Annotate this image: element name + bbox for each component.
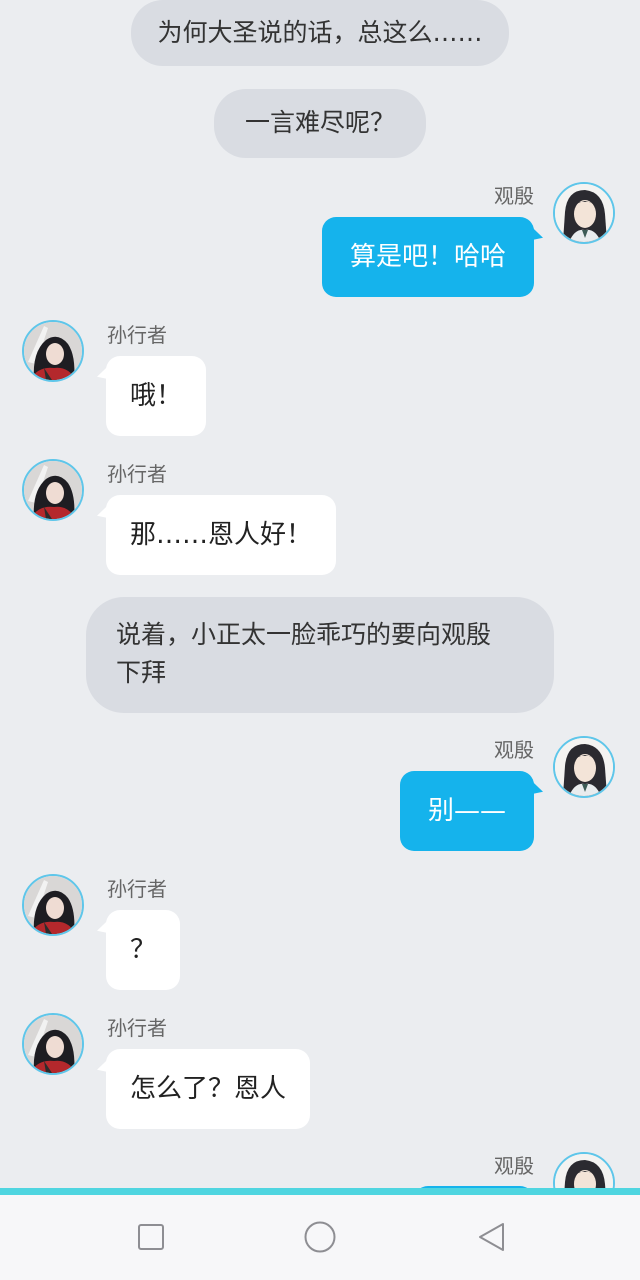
back-button[interactable]: [466, 1212, 516, 1262]
sender-name: 孙行者: [107, 1016, 167, 1040]
narration-text: 为何大圣说的话，总这么……: [157, 18, 483, 47]
message-text: 那……恩人好！: [130, 520, 313, 550]
avatar-sunxingzhe-icon: [24, 461, 82, 519]
square-recents-icon: [138, 1224, 164, 1250]
message-bubble-outgoing[interactable]: 算是吧！哈哈: [321, 217, 534, 297]
narration-text-line-2: 下拜: [116, 658, 167, 687]
narration-bubble: 说着，小正太一脸乖巧的要向观殷 下拜: [86, 597, 554, 713]
sender-name: 孙行者: [107, 877, 167, 901]
avatar-sunxingzhe-icon: [24, 1015, 82, 1073]
narration-bubble: 为何大圣说的话，总这么……: [131, 0, 509, 66]
avatar-sunxingzhe[interactable]: [22, 1013, 84, 1075]
message-bubble-incoming[interactable]: 哦！: [106, 356, 207, 436]
chat-area[interactable]: 为何大圣说的话，总这么…… 一言难尽呢？ 观殷 算是吧！哈哈 孙行者 哦！ 孙行…: [0, 0, 640, 1188]
avatar-sunxingzhe-icon: [24, 322, 82, 380]
message-bubble-outgoing[interactable]: 别——: [399, 771, 534, 851]
avatar-guanyin[interactable]: [553, 182, 615, 244]
sender-name: 孙行者: [107, 462, 167, 486]
message-bubble-incoming[interactable]: 怎么了？恩人: [106, 1049, 311, 1129]
avatar-sunxingzhe[interactable]: [22, 874, 84, 936]
recents-button[interactable]: [126, 1212, 176, 1262]
home-button[interactable]: [295, 1212, 345, 1262]
sender-name: 孙行者: [107, 323, 167, 347]
accent-bar: [0, 1188, 640, 1195]
message-text: ？: [130, 935, 157, 965]
message-bubble-incoming[interactable]: ？: [106, 910, 181, 990]
sender-name: 观殷: [494, 184, 534, 208]
narration-text-line-1: 说着，小正太一脸乖巧的要向观殷: [116, 620, 492, 649]
avatar-guanyin-icon: [555, 1154, 613, 1188]
triangle-back-icon: [479, 1223, 504, 1251]
avatar-guanyin[interactable]: [553, 736, 615, 798]
message-text: 怎么了？恩人: [130, 1074, 287, 1104]
message-text: 哦！: [130, 381, 183, 411]
avatar-guanyin-icon: [555, 184, 613, 242]
avatar-sunxingzhe[interactable]: [22, 459, 84, 521]
avatar-guanyin[interactable]: [553, 1152, 615, 1188]
avatar-sunxingzhe-icon: [24, 876, 82, 934]
avatar-guanyin-icon: [555, 738, 613, 796]
avatar-sunxingzhe[interactable]: [22, 320, 84, 382]
message-text: 算是吧！哈哈: [349, 242, 506, 272]
sender-name: 观殷: [494, 738, 534, 762]
sender-name: 观殷: [494, 1154, 534, 1178]
circle-home-icon: [304, 1221, 336, 1253]
message-bubble-incoming[interactable]: 那……恩人好！: [106, 495, 337, 575]
system-nav-bar: [0, 1195, 640, 1280]
message-text: 别——: [427, 796, 506, 826]
narration-text: 一言难尽呢？: [244, 108, 395, 137]
narration-bubble: 一言难尽呢？: [214, 89, 426, 158]
